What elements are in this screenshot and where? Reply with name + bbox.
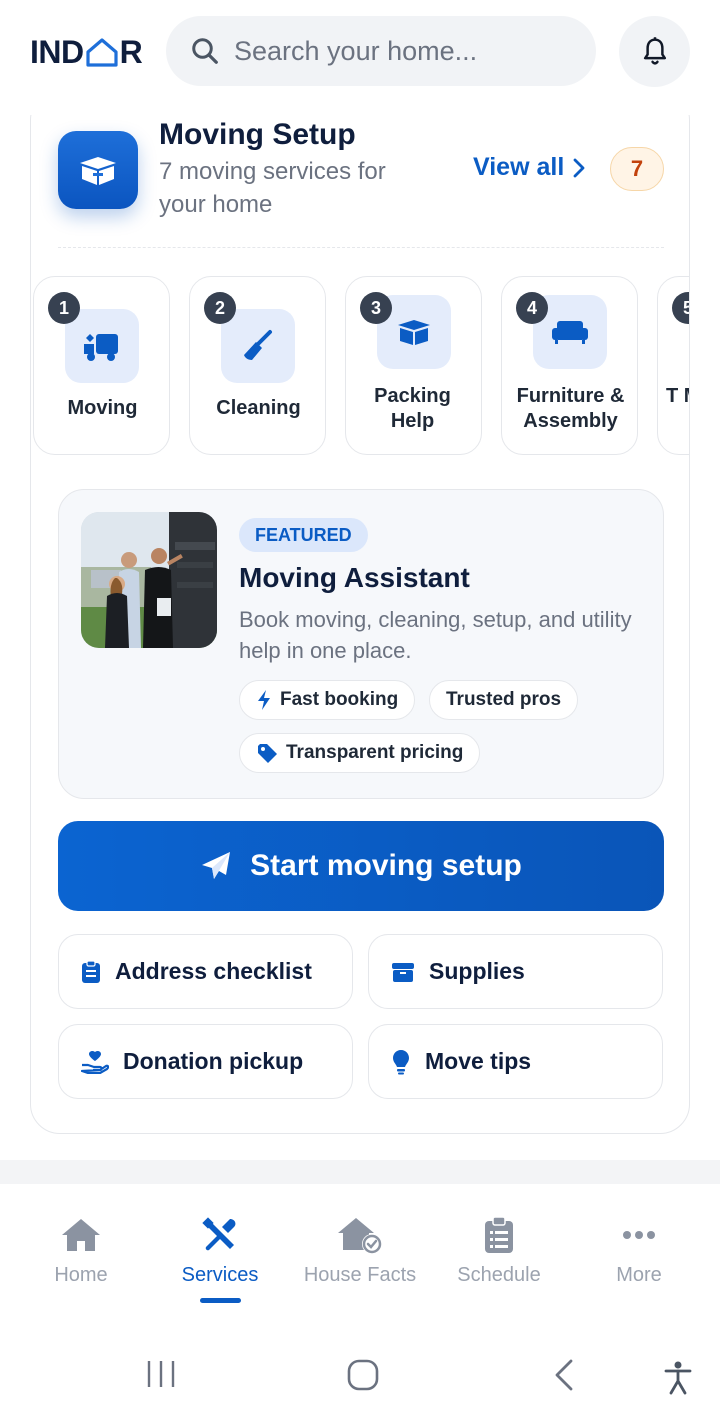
setup-subtitle: 7 moving services for your home [159,158,386,218]
services-carousel[interactable]: 1 Moving 2 Cleaning 3 Packing Help 4 Fur… [31,276,690,456]
home-circle-icon [347,1359,379,1391]
nav-services[interactable]: Services [150,1214,290,1287]
nav-more[interactable]: More [569,1214,709,1287]
chip-transparent-pricing: Transparent pricing [239,733,481,773]
featured-title: Moving Assistant [239,562,470,593]
nav-schedule[interactable]: Schedule [429,1214,569,1287]
services-count-badge: 7 [610,147,664,191]
broom-icon [221,309,295,383]
house-check-icon [338,1218,382,1254]
step-number: 3 [360,292,392,324]
paper-plane-icon [202,852,231,879]
home-icon [62,1219,100,1251]
donation-hand-icon [81,1050,109,1074]
divider [58,247,664,248]
setup-title: Moving Setup [159,118,356,151]
start-moving-setup-button[interactable]: Start moving setup [58,821,664,911]
service-tile-furniture[interactable]: 4 Furniture & Assembly [501,276,638,455]
truck-icon [65,309,139,383]
chip-trusted-pros: Trusted pros [429,680,579,720]
app-logo[interactable]: IND R [30,33,143,71]
service-label: Packing Help [374,385,451,432]
service-tile-packing[interactable]: 3 Packing Help [345,276,482,455]
recent-apps-button[interactable] [146,1359,176,1394]
bottom-navigation: Home Services House Facts Schedule More [0,1184,720,1324]
tools-icon [202,1217,236,1251]
moving-setup-card: Moving Setup 7 moving services for your … [30,90,690,1134]
featured-card[interactable]: FEATURED Moving Assistant Book moving, c… [58,489,664,799]
view-all-link[interactable]: View all [473,153,586,182]
house-logo-icon [86,38,118,67]
tag-icon [258,744,277,763]
service-label: T M [666,385,689,407]
service-label: Cleaning [216,397,301,419]
service-tile-5[interactable]: 5 T M [657,276,690,455]
moving-box-icon [58,131,138,209]
donation-pickup-button[interactable]: Donation pickup [58,1024,353,1099]
search-placeholder: Search your home... [234,35,478,66]
nav-house-facts[interactable]: House Facts [290,1214,430,1287]
service-label: Furniture & Assembly [516,385,625,432]
supplies-button[interactable]: Supplies [368,934,663,1009]
search-bar[interactable]: Search your home... [166,16,596,86]
step-number: 4 [516,292,548,324]
step-number: 5 [672,292,689,324]
move-tips-button[interactable]: Move tips [368,1024,663,1099]
notifications-button[interactable] [619,16,690,87]
system-navigation-bar [0,1324,720,1423]
active-tab-indicator [200,1298,241,1303]
featured-tag: FEATURED [239,518,368,552]
service-tile-cleaning[interactable]: 2 Cleaning [189,276,326,455]
bell-icon [643,36,666,65]
home-system-button[interactable] [347,1359,379,1396]
step-number: 1 [48,292,80,324]
supplies-box-icon [392,962,414,982]
service-icon [689,295,690,369]
search-icon [192,38,218,64]
lightning-icon [258,690,270,710]
nav-home[interactable]: Home [11,1214,151,1287]
address-checklist-button[interactable]: Address checklist [58,934,353,1009]
accessibility-icon [664,1361,692,1395]
top-header: IND R Search your home... [0,0,720,115]
accessibility-button[interactable] [664,1361,692,1400]
featured-description: Book moving, cleaning, setup, and utilit… [239,607,632,663]
back-chevron-icon [555,1359,573,1391]
chevron-right-icon [573,158,585,177]
lightbulb-icon [393,1049,409,1074]
service-tile-moving[interactable]: 1 Moving [33,276,170,455]
chip-fast-booking: Fast booking [239,680,416,720]
more-dots-icon [623,1231,655,1239]
back-button[interactable] [554,1359,574,1396]
step-number: 2 [204,292,236,324]
service-label: Moving [67,397,138,419]
recent-apps-icon [147,1361,175,1387]
clipboard-list-icon [485,1216,513,1253]
clipboard-icon [82,959,100,983]
movers-photo [81,512,217,648]
